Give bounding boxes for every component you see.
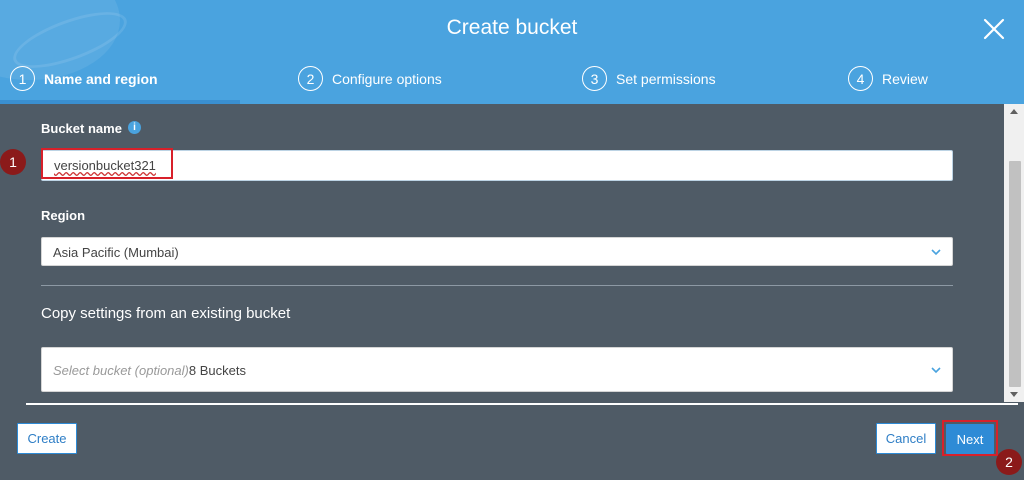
step-label: Set permissions	[616, 70, 716, 87]
bucket-count: 8 Buckets	[188, 363, 246, 378]
wizard-steps: 1 Name and region 2 Configure options 3 …	[0, 66, 1024, 94]
region-selected-value: Asia Pacific (Mumbai)	[53, 245, 179, 260]
create-button[interactable]: Create	[17, 423, 77, 454]
step-review[interactable]: 4 Review	[848, 66, 928, 91]
step-configure-options[interactable]: 2 Configure options	[298, 66, 442, 91]
close-icon[interactable]	[982, 17, 1006, 41]
copy-bucket-placeholder: Select bucket (optional)	[53, 363, 189, 378]
footer-divider	[26, 403, 1018, 405]
modal-header: Create bucket 1 Name and region 2 Config…	[0, 0, 1024, 104]
section-divider	[41, 285, 953, 286]
step-name-and-region[interactable]: 1 Name and region	[10, 66, 158, 91]
step-set-permissions[interactable]: 3 Set permissions	[582, 66, 716, 91]
scroll-down-arrow-icon[interactable]	[1004, 388, 1024, 402]
step-number: 4	[848, 66, 873, 91]
step-label: Name and region	[44, 70, 158, 87]
cancel-button[interactable]: Cancel	[876, 423, 936, 454]
active-step-indicator	[0, 100, 240, 104]
scroll-up-arrow-icon[interactable]	[1004, 104, 1024, 118]
step-number: 3	[582, 66, 607, 91]
chevron-down-icon	[930, 246, 942, 258]
step-label: Configure options	[332, 70, 442, 87]
chevron-down-icon	[930, 364, 942, 376]
vertical-scrollbar[interactable]	[1004, 104, 1024, 402]
copy-bucket-select-text: Select bucket (optional)8 Buckets	[53, 363, 246, 378]
info-icon[interactable]: i	[128, 121, 141, 134]
modal-title: Create bucket	[446, 16, 578, 39]
step-label: Review	[882, 70, 928, 87]
region-label: Region	[41, 208, 86, 223]
copy-bucket-select[interactable]: Select bucket (optional)8 Buckets	[41, 347, 953, 392]
region-select[interactable]: Asia Pacific (Mumbai)	[41, 237, 953, 266]
bucket-name-input[interactable]: versionbucket321	[41, 150, 953, 181]
bucket-name-highlight	[41, 148, 173, 179]
step-number: 1	[10, 66, 35, 91]
bucket-name-label: Bucket name	[41, 121, 122, 136]
copy-settings-heading: Copy settings from an existing bucket	[41, 305, 291, 322]
step-marker-2: 2	[996, 449, 1022, 475]
next-button[interactable]: Next	[946, 424, 994, 454]
step-marker-1: 1	[0, 149, 26, 175]
step-number: 2	[298, 66, 323, 91]
scrollbar-thumb[interactable]	[1009, 161, 1021, 387]
